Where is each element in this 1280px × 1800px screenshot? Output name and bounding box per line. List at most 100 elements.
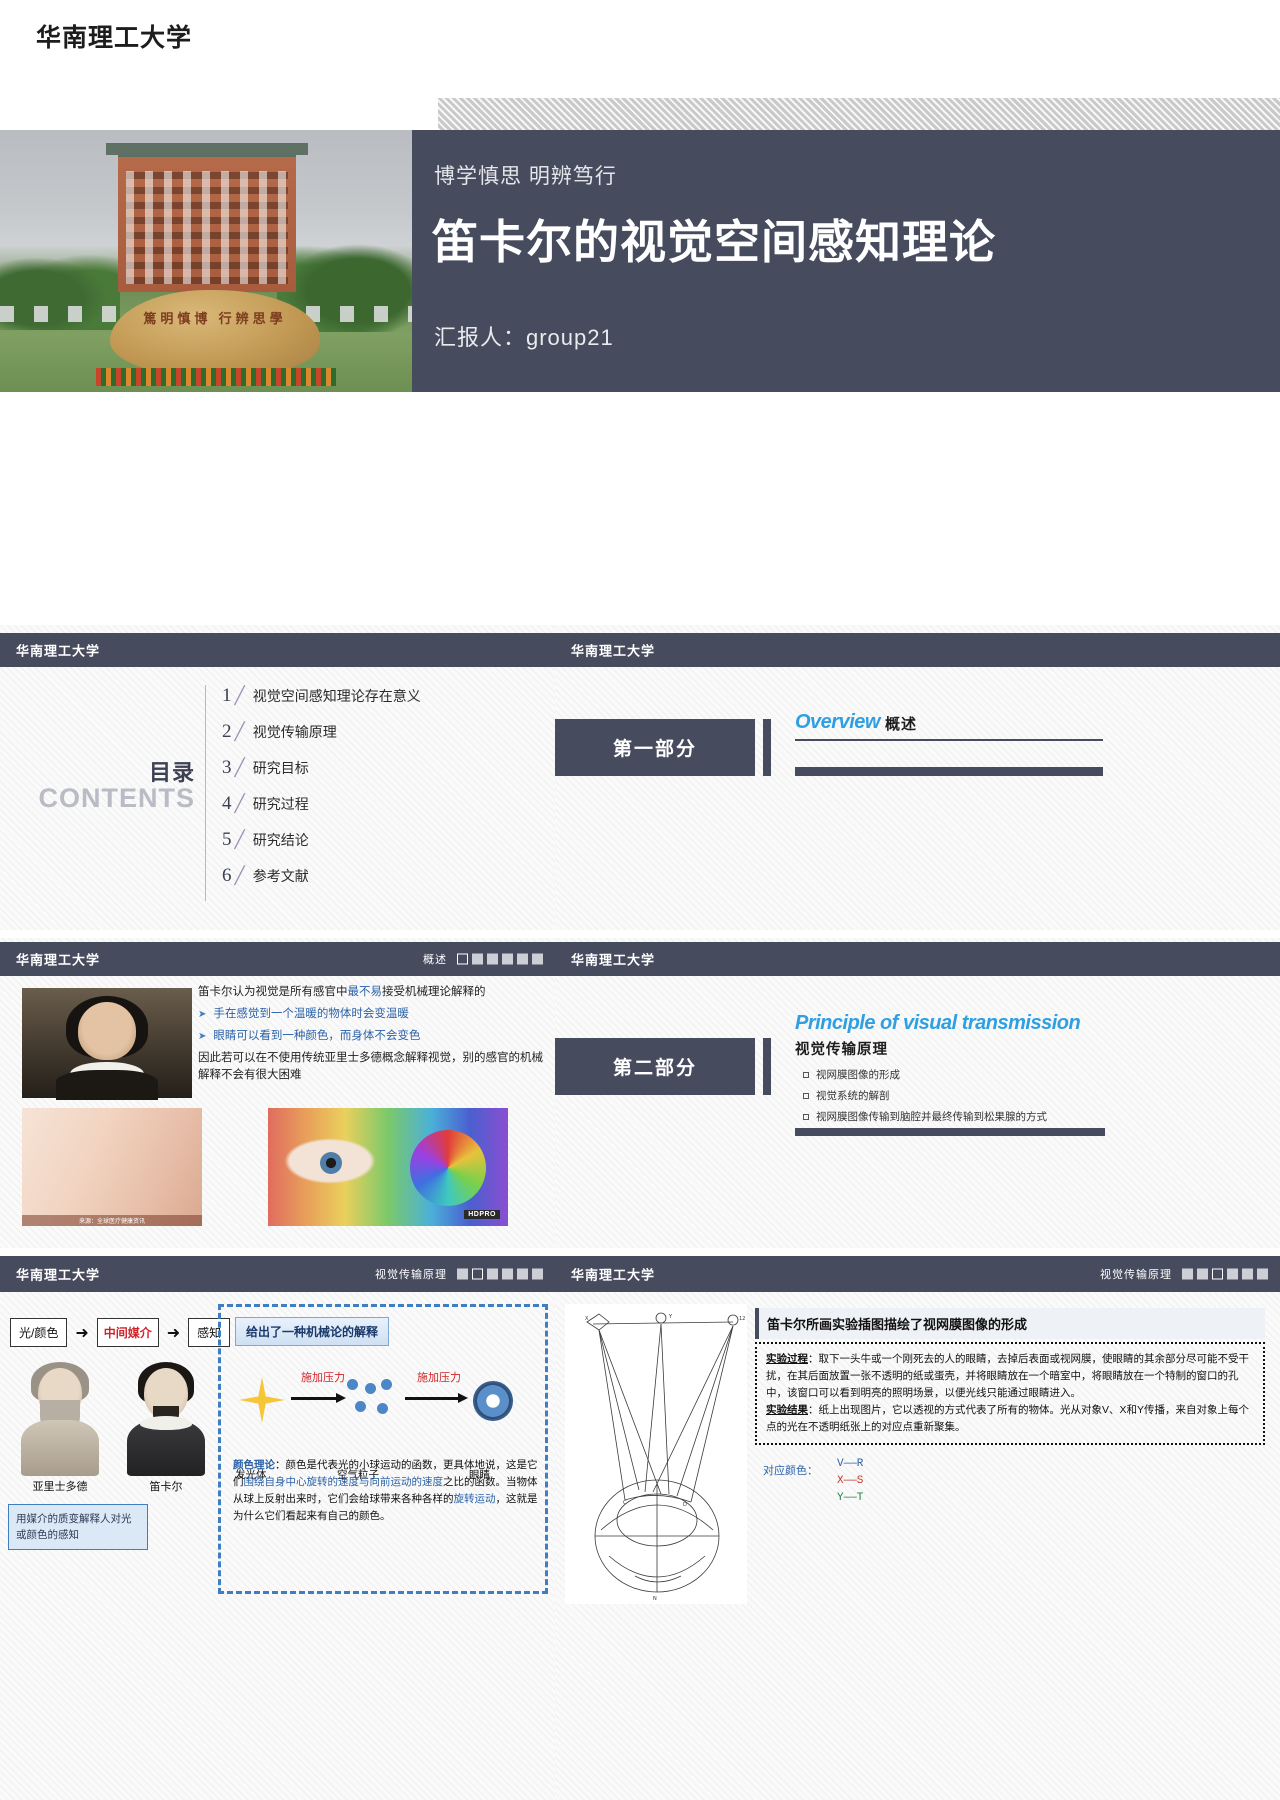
section-bar	[795, 1128, 1105, 1136]
pager-dot[interactable]	[1242, 1268, 1253, 1280]
color-mapping-list: V——R X——S Y——T	[837, 1456, 863, 1507]
svg-text:X: X	[585, 1316, 589, 1322]
experiment-header: 笛卡尔所画实验插图描绘了视网膜图像的形成	[755, 1308, 1265, 1339]
eye-color-photo: HDPRO	[268, 1108, 508, 1226]
arrow-right-icon: ➜	[166, 1324, 181, 1342]
section-subitems: 视网膜图像的形成 视觉系统的解剖 视网膜图像传输到脑腔并最终传输到松果腺的方式	[803, 1064, 1103, 1127]
baby-hand-photo: 来源：全球医疗健康资讯	[22, 1108, 202, 1226]
motto-text: 博学慎思 明辨笃行	[434, 165, 617, 188]
pager-dot[interactable]	[1182, 1268, 1193, 1280]
part-label-box: 第二部分	[555, 1038, 755, 1095]
pager-dot[interactable]	[1197, 1268, 1208, 1280]
slide-experiment: 华南理工大学 视觉传输原理 X Y 12 C D N 笛卡尔所画实验插图描绘了视…	[555, 1256, 1280, 1800]
toc-slash-icon: ╱	[234, 830, 245, 849]
contents-list: 1 ╱ 视觉空间感知理论存在意义 2 ╱ 视觉传输原理 3 ╱ 研究目标 4 ╱…	[205, 685, 535, 901]
slide-header-bar: 华南理工大学 视觉传输原理	[0, 1256, 555, 1292]
pager-dot[interactable]	[457, 1268, 468, 1280]
pager-dot-active[interactable]	[457, 953, 468, 965]
slide-header-bar: 华南理工大学 视觉传输原理	[555, 1256, 1280, 1292]
pager-dot[interactable]	[472, 953, 483, 965]
overview-tail-text: 因此若可以在不使用传统亚里士多德概念解释视觉，别的感官的机械解释不会有很大困难	[198, 1052, 543, 1081]
section-title-cn: 视觉传输原理	[795, 1042, 888, 1058]
slide-progress-pager	[457, 1268, 543, 1280]
toc-item-2[interactable]: 2 ╱ 视觉传输原理	[222, 721, 535, 757]
aristotle-caption: 亚里士多德	[32, 1481, 88, 1493]
color-theory-highlight-1: 围绕自身中心旋转的速度与向前运动的速度	[243, 1476, 444, 1488]
subitem-label: 视网膜图像传输到脑腔并最终传输到松果腺的方式	[816, 1111, 1047, 1123]
mechanism-flow-row: 施加压力 施加压力 发光体 空气粒子 眼睛	[229, 1363, 541, 1481]
subitem-label: 视觉系统的解剖	[816, 1090, 890, 1102]
pager-dot[interactable]	[502, 953, 513, 965]
eye-icon	[473, 1381, 513, 1421]
square-bullet-icon	[803, 1071, 809, 1078]
svg-text:D: D	[683, 1502, 687, 1508]
toc-item-4[interactable]: 4 ╱ 研究过程	[222, 793, 535, 829]
pager-dot-active[interactable]	[1212, 1268, 1223, 1280]
toc-slash-icon: ╱	[234, 722, 245, 741]
svg-text:12: 12	[739, 1316, 745, 1322]
header-section-label: 概述	[423, 954, 447, 966]
header-section-label: 视觉传输原理	[375, 1269, 447, 1281]
flower-bed	[96, 368, 336, 386]
toc-item-5[interactable]: 5 ╱ 研究结论	[222, 829, 535, 865]
toc-number: 6	[222, 865, 232, 886]
section-subitem-2[interactable]: 视觉系统的解剖	[803, 1085, 1103, 1106]
pager-dot[interactable]	[487, 1268, 498, 1280]
photo-caption: 来源：全球医疗健康资讯	[22, 1215, 202, 1226]
descartes-eye-diagram: X Y 12 C D N	[565, 1304, 747, 1604]
section-subitem-3[interactable]: 视网膜图像传输到脑腔并最终传输到松果腺的方式	[803, 1106, 1103, 1127]
descartes-portrait	[22, 988, 192, 1100]
header-logo: 华南理工大学	[571, 952, 656, 968]
slide-overview-content: 华南理工大学 概述 笛卡尔认为视觉是所有感官中最不易接受机械理论解释的 ➤ 手在…	[0, 938, 555, 1248]
campus-photo: 篤明慎博 行辨思學	[0, 130, 412, 392]
pager-dot[interactable]	[487, 953, 498, 965]
section-subitem-1[interactable]: 视网膜图像的形成	[803, 1064, 1103, 1085]
square-bullet-icon	[803, 1113, 809, 1120]
slide-progress-pager	[457, 953, 543, 965]
pager-dot-active[interactable]	[472, 1268, 483, 1280]
contents-heading-en: CONTENTS	[38, 783, 195, 813]
part-accent-tick	[763, 719, 771, 776]
toc-item-3[interactable]: 3 ╱ 研究目标	[222, 757, 535, 793]
header-logo: 华南理工大学	[16, 1267, 101, 1283]
pager-dot[interactable]	[502, 1268, 513, 1280]
pager-dot[interactable]	[532, 953, 543, 965]
toc-number: 5	[222, 829, 232, 850]
toc-item-6[interactable]: 6 ╱ 参考文献	[222, 865, 535, 901]
svg-text:C: C	[623, 1500, 627, 1506]
overview-lead: 笛卡尔认为视觉是所有感官中最不易接受机械理论解释的	[198, 984, 546, 1001]
svg-text:Y: Y	[668, 1314, 673, 1320]
slide-header-bar: 华南理工大学	[555, 942, 1280, 976]
pager-dot[interactable]	[1227, 1268, 1238, 1280]
lead-highlight: 最不易	[347, 986, 383, 998]
toc-label: 视觉空间感知理论存在意义	[252, 688, 421, 704]
toc-slash-icon: ╱	[234, 866, 245, 885]
slide-header-bar: 华南理工大学	[555, 633, 1280, 667]
pager-dot[interactable]	[517, 1268, 528, 1280]
toc-number: 1	[222, 685, 232, 706]
toc-item-1[interactable]: 1 ╱ 视觉空间感知理论存在意义	[222, 685, 535, 721]
header-logo: 华南理工大学	[571, 1267, 656, 1283]
toc-label: 研究目标	[252, 760, 309, 776]
experiment-process-label: 实验过程	[766, 1353, 808, 1365]
mechanism-dashed-panel: 给出了一种机械论的解释 施加压力 施加压力 发光体 空气粒子 眼睛 颜色理论：颜…	[218, 1304, 548, 1594]
overview-bullet-2: ➤ 眼睛可以看到一种颜色，而身体不会变色	[198, 1028, 546, 1045]
pager-dot[interactable]	[517, 953, 528, 965]
triangle-right-icon: ➤	[198, 1009, 207, 1020]
toc-label: 研究结论	[252, 832, 309, 848]
section-bar	[795, 767, 1103, 776]
mechanism-title-box: 给出了一种机械论的解释	[235, 1317, 390, 1346]
square-bullet-icon	[803, 1092, 809, 1099]
descartes-portrait	[120, 1362, 212, 1476]
slide-contents: 华南理工大学 目录 CONTENTS 1 ╱ 视觉空间感知理论存在意义 2 ╱ …	[0, 625, 555, 930]
pager-dot[interactable]	[532, 1268, 543, 1280]
toc-label: 视觉传输原理	[252, 724, 337, 740]
lead-part-b: 接受机械理论解释的	[382, 986, 486, 998]
color-theory-highlight-2: 旋转运动	[453, 1493, 496, 1505]
pager-dot[interactable]	[1257, 1268, 1268, 1280]
part-accent-tick	[763, 1038, 771, 1095]
portrait-robe	[21, 1420, 99, 1476]
pressure-label-1: 施加压力	[301, 1372, 345, 1384]
color-mapping-label: 对应颜色：	[763, 1465, 818, 1477]
header-logo: 华南理工大学	[16, 952, 101, 968]
